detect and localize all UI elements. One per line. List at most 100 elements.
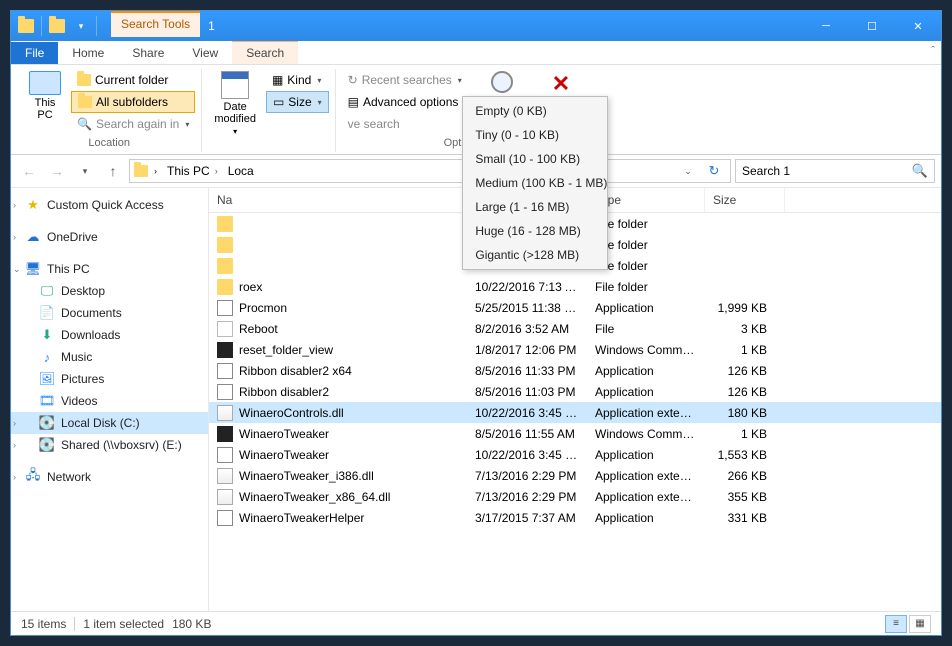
qat-dropdown[interactable]: ▾ [70,15,92,37]
file-row[interactable]: WinaeroTweaker8/5/2016 11:55 AMWindows C… [209,423,941,444]
all-subfolders-button[interactable]: All subfolders [71,91,195,113]
size-option[interactable]: Large (1 - 16 MB) [463,195,607,219]
monitor-icon [29,71,61,95]
search-icon[interactable]: 🔍 [912,163,928,179]
history-icon: ↻ [348,73,358,87]
file-row[interactable]: Ribbon disabler2 x648/5/2016 11:33 PMApp… [209,360,941,381]
nav-pictures[interactable]: 🖼Pictures [11,368,208,390]
advanced-options-button[interactable]: ▤Advanced options▾ [342,91,475,113]
qat-new-folder[interactable] [46,15,68,37]
nav-this-pc[interactable]: ⌄🖥This PC [11,258,208,280]
view-thumbnails-button[interactable]: ▦ [909,615,931,633]
nav-onedrive[interactable]: ›☁OneDrive [11,226,208,248]
qat-icon[interactable] [15,15,37,37]
col-name[interactable]: Na [209,188,467,212]
minimize-button[interactable]: ─ [803,11,849,41]
file-icon [217,510,233,526]
tab-share[interactable]: Share [118,42,178,64]
file-row[interactable]: Procmon5/25/2015 11:38 PMApplication1,99… [209,297,941,318]
save-search-button[interactable]: ve search [342,113,475,135]
file-row[interactable]: WinaeroTweakerHelper3/17/2015 7:37 AMApp… [209,507,941,528]
size-option[interactable]: Tiny (0 - 10 KB) [463,123,607,147]
file-size: 331 KB [705,511,785,525]
search-again-button[interactable]: 🔍Search again in▾ [71,113,195,135]
network-icon: 🖧 [25,469,41,485]
breadcrumb-seg-this-pc[interactable]: This PC› [163,164,222,178]
size-option[interactable]: Small (10 - 100 KB) [463,147,607,171]
kind-icon: ▦ [272,73,283,87]
file-row[interactable]: WinaeroTweaker_i386.dll7/13/2016 2:29 PM… [209,465,941,486]
file-size: 355 KB [705,490,785,504]
nav-forward-button[interactable]: → [45,159,69,183]
file-date: 10/22/2016 3:45 PM [467,448,587,462]
context-tab-search-tools[interactable]: Search Tools [111,11,200,37]
kind-button[interactable]: ▦Kind▾ [266,69,329,91]
nav-network[interactable]: ›🖧Network [11,466,208,488]
view-details-button[interactable]: ≡ [885,615,907,633]
file-row[interactable]: roex10/22/2016 7:13 AMFile folder [209,276,941,297]
nav-desktop[interactable]: 🖵Desktop [11,280,208,302]
nav-back-button[interactable]: ← [17,159,41,183]
recent-searches-button[interactable]: ↻Recent searches▾ [342,69,475,91]
file-icon [217,468,233,484]
size-option[interactable]: Huge (16 - 128 MB) [463,219,607,243]
file-row[interactable]: reset_folder_view1/8/2017 12:06 PMWindow… [209,339,941,360]
file-name: WinaeroTweaker [239,427,329,441]
file-date: 7/13/2016 2:29 PM [467,490,587,504]
search-value: Search 1 [742,164,790,178]
nav-videos[interactable]: 🎞Videos [11,390,208,412]
size-option[interactable]: Gigantic (>128 MB) [463,243,607,267]
col-size[interactable]: Size [705,188,785,212]
file-icon [217,405,233,421]
file-row[interactable]: Ribbon disabler28/5/2016 11:03 PMApplica… [209,381,941,402]
size-button[interactable]: ▭Size▾ [266,91,329,113]
nav-music[interactable]: ♪Music [11,346,208,368]
titlebar: ▾ Search Tools 1 ─ ☐ ✕ [11,11,941,41]
window-title: 1 [208,19,215,33]
nav-local-disk[interactable]: ›💽Local Disk (C:) [11,412,208,434]
tab-search[interactable]: Search [232,41,298,64]
maximize-button[interactable]: ☐ [849,11,895,41]
search-box[interactable]: Search 1 🔍 [735,159,935,183]
explorer-window: ▾ Search Tools 1 ─ ☐ ✕ File Home Share V… [10,10,942,636]
current-folder-button[interactable]: Current folder [71,69,195,91]
file-icon [217,426,233,442]
file-row[interactable]: Reboot8/2/2016 3:52 AMFile3 KB [209,318,941,339]
tab-home[interactable]: Home [58,42,118,64]
file-type: Windows Comma... [587,343,705,357]
file-date: 3/17/2015 7:37 AM [467,511,587,525]
tab-view[interactable]: View [178,42,232,64]
file-row[interactable]: WinaeroTweaker10/22/2016 3:45 PMApplicat… [209,444,941,465]
file-name: Ribbon disabler2 [239,385,329,399]
ribbon: This PC Current folder All subfolders 🔍S… [11,65,941,155]
nav-documents[interactable]: 📄Documents [11,302,208,324]
nav-quick-access[interactable]: ›★Custom Quick Access [11,194,208,216]
file-name: Procmon [239,301,287,315]
nav-recent-button[interactable]: ▾ [73,159,97,183]
collapse-ribbon-icon[interactable]: ˆ [931,45,935,57]
file-icon [217,279,233,295]
breadcrumb[interactable]: › This PC› Loca ⌄ ↻ [129,159,731,183]
ribbon-tabs: File Home Share View Search ˆ [11,41,941,65]
tab-file[interactable]: File [11,42,58,64]
date-modified-button[interactable]: Date modified ▾ [208,69,262,138]
pictures-icon: 🖼 [39,371,55,387]
other-properties-button[interactable] [266,113,329,135]
close-x-icon: ✕ [552,71,570,97]
close-button[interactable]: ✕ [895,11,941,41]
size-option[interactable]: Empty (0 KB) [463,99,607,123]
star-icon: ★ [25,197,41,213]
desktop-icon: 🖵 [39,283,55,299]
downloads-icon: ⬇ [39,327,55,343]
file-date: 8/5/2016 11:33 PM [467,364,587,378]
nav-downloads[interactable]: ⬇Downloads [11,324,208,346]
file-row[interactable]: WinaeroTweaker_x86_64.dll7/13/2016 2:29 … [209,486,941,507]
refresh-button[interactable]: ↻ [702,163,726,179]
breadcrumb-dropdown[interactable]: ⌄ [676,159,700,183]
file-row[interactable]: WinaeroControls.dll10/22/2016 3:45 PMApp… [209,402,941,423]
size-option[interactable]: Medium (100 KB - 1 MB) [463,171,607,195]
nav-shared[interactable]: ›💽Shared (\\vboxsrv) (E:) [11,434,208,456]
this-pc-button[interactable]: This PC [23,69,67,123]
breadcrumb-seg-local[interactable]: Loca [224,164,258,178]
nav-up-button[interactable]: ↑ [101,159,125,183]
